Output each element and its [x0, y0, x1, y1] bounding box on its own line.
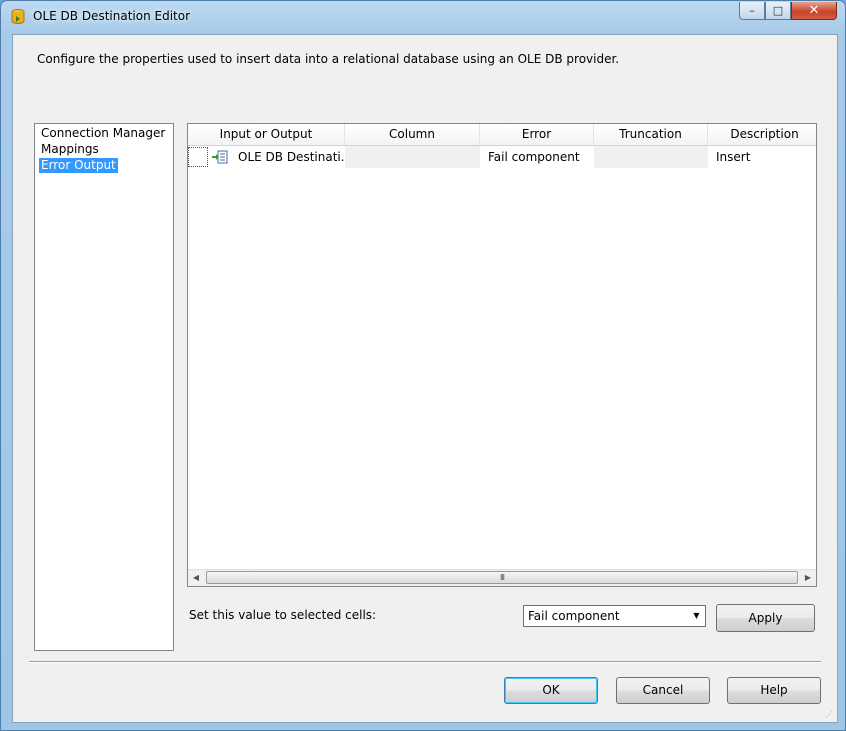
column-header-column[interactable]: Column	[345, 124, 480, 145]
ok-button[interactable]: OK	[504, 677, 598, 704]
cell-error[interactable]: Fail component	[480, 146, 594, 168]
cancel-button[interactable]: Cancel	[616, 677, 710, 704]
chevron-down-icon[interactable]: ▼	[688, 606, 705, 626]
close-icon: ✕	[808, 3, 820, 18]
cell-input-or-output[interactable]: OLE DB Destinati...	[230, 146, 345, 168]
error-action-dropdown[interactable]: Fail component ▼	[523, 605, 706, 627]
column-header-truncation[interactable]: Truncation	[594, 124, 708, 145]
maximize-button[interactable]: □	[765, 2, 791, 20]
nav-item-error-output[interactable]: Error Output	[39, 158, 118, 173]
nav-item-mappings[interactable]: Mappings	[39, 142, 101, 157]
footer-separator	[29, 661, 821, 663]
dialog-window: OLE DB Destination Editor – □ ✕ Configur…	[0, 0, 846, 731]
minimize-icon: –	[749, 4, 755, 17]
minimize-button[interactable]: –	[739, 2, 765, 20]
scroll-right-icon[interactable]: ▶	[800, 570, 816, 586]
input-output-icon	[212, 150, 228, 164]
resize-grip-icon[interactable]: ⋰	[825, 710, 835, 720]
maximize-icon: □	[772, 4, 784, 17]
ole-db-destination-icon	[11, 9, 25, 24]
dropdown-value: Fail component	[528, 609, 620, 623]
cell-description[interactable]: Insert	[708, 146, 816, 168]
dialog-client: Configure the properties used to insert …	[12, 34, 838, 723]
column-header-description[interactable]: Description	[708, 124, 816, 145]
error-output-grid: Input or Output Column Error Truncation …	[187, 123, 817, 587]
horizontal-scrollbar[interactable]: ◀ III ▶	[188, 569, 816, 586]
row-selector[interactable]	[188, 147, 208, 167]
table-row[interactable]: OLE DB Destinati... Fail component Inser…	[188, 146, 816, 168]
column-header-input-or-output[interactable]: Input or Output	[188, 124, 345, 145]
close-button[interactable]: ✕	[791, 2, 837, 20]
nav-item-connection-manager[interactable]: Connection Manager	[39, 126, 167, 141]
cell-column[interactable]	[345, 146, 480, 168]
cell-truncation[interactable]	[594, 146, 708, 168]
apply-button[interactable]: Apply	[716, 604, 815, 632]
set-value-label: Set this value to selected cells:	[189, 608, 377, 622]
grid-header: Input or Output Column Error Truncation …	[188, 124, 816, 146]
help-button[interactable]: Help	[727, 677, 821, 704]
title-bar[interactable]: OLE DB Destination Editor – □ ✕	[1, 1, 845, 33]
page-list: Connection Manager Mappings Error Output	[34, 123, 174, 651]
column-header-error[interactable]: Error	[480, 124, 594, 145]
dialog-description: Configure the properties used to insert …	[37, 52, 620, 66]
scroll-left-icon[interactable]: ◀	[188, 570, 204, 586]
scroll-thumb[interactable]: III	[206, 571, 798, 584]
window-title: OLE DB Destination Editor	[33, 9, 191, 23]
